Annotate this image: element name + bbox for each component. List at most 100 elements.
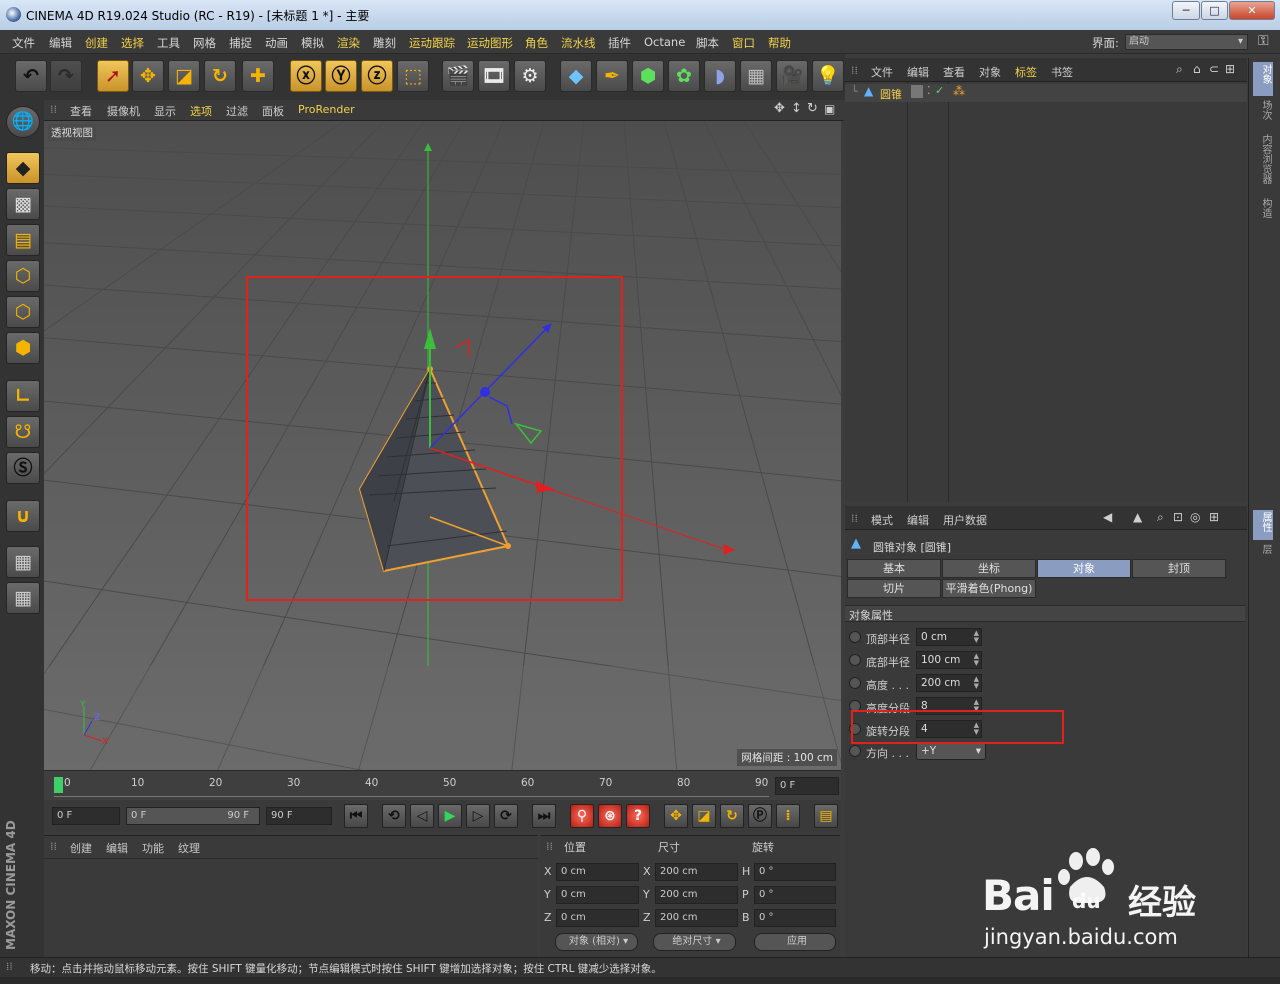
om-menu-edit[interactable]: 编辑 <box>907 64 929 80</box>
add-light-button[interactable]: 💡 <box>812 60 844 92</box>
menu-select[interactable]: 选择 <box>121 35 144 51</box>
lock-icon[interactable]: ⊡ <box>1173 510 1183 524</box>
rotation-h-field[interactable]: 0 ° <box>754 863 836 881</box>
texture-mode-button[interactable]: ▩ <box>6 188 40 220</box>
layout-lock-icon[interactable]: ⚿ <box>1258 33 1269 49</box>
add-deformer-button[interactable]: ◗ <box>704 60 736 92</box>
next-key-button[interactable]: ⟳ <box>494 804 518 828</box>
timeline-ruler[interactable]: 0 10 20 30 40 50 60 70 80 90 0 F <box>44 770 841 800</box>
play-button[interactable]: ▶ <box>438 804 462 828</box>
previous-frame-button[interactable]: ◁ <box>410 804 434 828</box>
make-editable-button[interactable]: 🌐 <box>6 106 40 138</box>
stepper-arrows-icon[interactable]: ▲ ▼ <box>974 722 979 736</box>
x-axis-lock-button[interactable]: ⓧ <box>290 60 322 92</box>
keyframe-dot-icon[interactable] <box>849 745 861 757</box>
tab-takes-vertical[interactable]: 场次 <box>1253 100 1273 130</box>
tab-object[interactable]: 对象 <box>1037 559 1131 578</box>
size-x-field[interactable]: 200 cm <box>655 863 738 881</box>
tab-content-browser-vertical[interactable]: 内容浏览器 <box>1253 134 1273 194</box>
up-arrow-icon[interactable]: ▲ <box>1133 510 1142 524</box>
keyframe-dot-icon[interactable] <box>849 723 861 735</box>
om-menu-tags[interactable]: 标签 <box>1015 64 1037 80</box>
keyframe-dot-icon[interactable] <box>849 677 861 689</box>
live-selection-button[interactable]: ➚ <box>97 60 129 92</box>
menu-help[interactable]: 帮助 <box>768 35 791 51</box>
add-cloner-button[interactable]: ✿ <box>668 60 700 92</box>
add-subdivision-button[interactable]: ⬢ <box>632 60 664 92</box>
size-z-field[interactable]: 200 cm <box>655 909 738 927</box>
height-segments-field[interactable]: 8 ▲ ▼ <box>916 697 982 715</box>
back-arrow-icon[interactable]: ◀ <box>1103 510 1112 524</box>
top-radius-field[interactable]: 0 cm ▲ ▼ <box>916 628 982 646</box>
menu-motion-tracking[interactable]: 运动跟踪 <box>409 35 455 51</box>
autokey-button[interactable]: ⊛ <box>598 804 622 828</box>
workplane-lock-button[interactable]: ▦ <box>6 546 40 578</box>
viewport-menu-display[interactable]: 显示 <box>154 103 176 119</box>
link-icon[interactable]: ⊂ <box>1209 62 1219 76</box>
key-position-button[interactable]: ✥ <box>664 804 688 828</box>
frame-range-slider[interactable]: 0 F 90 F <box>126 807 260 825</box>
bottom-radius-field[interactable]: 100 cm ▲ ▼ <box>916 651 982 669</box>
viewport-menu-options[interactable]: 选项 <box>190 103 212 119</box>
menu-tools[interactable]: 工具 <box>157 35 180 51</box>
menu-animate[interactable]: 动画 <box>265 35 288 51</box>
z-axis-lock-button[interactable]: ⓩ <box>361 60 393 92</box>
object-name[interactable]: 圆锥 <box>880 86 902 102</box>
scale-tool-button[interactable]: ◪ <box>168 60 200 92</box>
material-menu-texture[interactable]: 纹理 <box>178 840 200 856</box>
add-spline-button[interactable]: ✒ <box>596 60 628 92</box>
menu-character[interactable]: 角色 <box>525 35 548 51</box>
rotate-tool-button[interactable]: ↻ <box>204 60 236 92</box>
material-menu-create[interactable]: 创建 <box>70 840 92 856</box>
menu-plugins[interactable]: 插件 <box>608 35 631 51</box>
size-mode-select[interactable]: 绝对尺寸 ▾ <box>653 933 736 951</box>
maximize-button[interactable]: □ <box>1201 1 1228 20</box>
menu-snap[interactable]: 捕捉 <box>229 35 252 51</box>
stepper-arrows-icon[interactable]: ▲ ▼ <box>974 653 979 667</box>
enabled-check-icon[interactable]: ✓ <box>935 84 944 97</box>
material-menu-edit[interactable]: 编辑 <box>106 840 128 856</box>
menu-simulate[interactable]: 模拟 <box>301 35 324 51</box>
viewport-menu-prorender[interactable]: ProRender <box>298 103 355 116</box>
object-row-cone[interactable]: └ ▲ 圆锥 ⁚ ✓ ⁂ <box>845 84 1247 102</box>
workplane-mode-button[interactable]: ▤ <box>6 224 40 256</box>
am-menu-userdata[interactable]: 用户数据 <box>943 512 987 528</box>
undo-button[interactable]: ↶ <box>15 60 47 92</box>
tab-basic[interactable]: 基本 <box>847 559 941 578</box>
keyframe-selection-button[interactable]: ? <box>626 804 650 828</box>
tab-structure-vertical[interactable]: 构造 <box>1253 198 1273 228</box>
apply-button[interactable]: 应用 <box>754 933 836 951</box>
visibility-dots-icon[interactable]: ⁚ <box>927 84 931 97</box>
y-axis-lock-button[interactable]: Ⓨ <box>325 60 357 92</box>
viewport-move-icon[interactable]: ✥ <box>774 101 785 116</box>
menu-sculpt[interactable]: 雕刻 <box>373 35 396 51</box>
timeline-window-button[interactable]: ▤ <box>814 804 838 828</box>
am-menu-mode[interactable]: 模式 <box>871 512 893 528</box>
position-z-field[interactable]: 0 cm <box>556 909 639 927</box>
solo-button[interactable]: Ⓢ <box>6 452 40 484</box>
stepper-arrows-icon[interactable]: ▲ ▼ <box>974 676 979 690</box>
material-menu-function[interactable]: 功能 <box>142 840 164 856</box>
tab-objects-vertical[interactable]: 对象 <box>1253 62 1273 96</box>
next-frame-button[interactable]: ▷ <box>466 804 490 828</box>
add-cube-button[interactable]: ◆ <box>560 60 592 92</box>
add-floor-button[interactable]: ▦ <box>740 60 772 92</box>
position-x-field[interactable]: 0 cm <box>556 863 639 881</box>
viewport-layout-icon[interactable]: ▣ <box>824 102 835 116</box>
search-icon[interactable]: ⌕ <box>1176 62 1183 77</box>
viewport-menu-panel[interactable]: 面板 <box>262 103 284 119</box>
axis-mode-button[interactable]: ∟ <box>6 380 40 412</box>
go-to-start-button[interactable]: ⏮ <box>344 804 368 828</box>
viewport-menu-view[interactable]: 查看 <box>70 103 92 119</box>
polygons-mode-button[interactable]: ⬢ <box>6 332 40 364</box>
keyframe-dot-icon[interactable] <box>849 700 861 712</box>
layer-swatch-icon[interactable] <box>911 85 923 98</box>
tweak-mode-button[interactable]: ☋ <box>6 416 40 448</box>
material-tag-icon[interactable]: ⁂ <box>953 84 965 98</box>
size-y-field[interactable]: 200 cm <box>655 886 738 904</box>
rotation-segments-field[interactable]: 4 ▲ ▼ <box>916 720 982 738</box>
viewport-scene[interactable]: Y Z X <box>44 121 841 770</box>
key-rotation-button[interactable]: ↻ <box>720 804 744 828</box>
viewport-zoom-icon[interactable]: ↕ <box>791 101 802 116</box>
render-to-picture-viewer-button[interactable]: 🎞 <box>478 60 510 92</box>
